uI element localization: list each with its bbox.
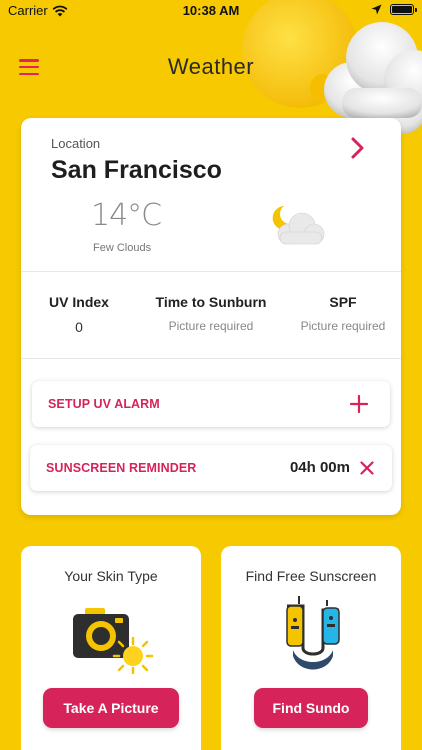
stat-title: SPF xyxy=(329,294,357,310)
location-name: San Francisco xyxy=(51,156,222,184)
sunscreen-dispenser-icon xyxy=(286,596,340,670)
reminder-timer: 04h 00m xyxy=(289,459,350,476)
status-bar: Carrier 10:38 AM xyxy=(0,0,422,22)
stat-value: Picture required xyxy=(168,319,254,333)
uv-index-stat: UV Index 0 xyxy=(35,294,123,335)
uv-alarm-label: SETUP UV ALARM xyxy=(48,397,160,411)
find-sunscreen-card: Find Free Sunscreen Find Sundo xyxy=(221,546,401,750)
find-sunscreen-title: Find Free Sunscreen xyxy=(245,568,377,584)
plus-icon[interactable] xyxy=(350,395,368,413)
stat-value: Picture required xyxy=(300,319,386,333)
chevron-right-icon[interactable] xyxy=(347,136,367,160)
status-time: 10:38 AM xyxy=(182,3,240,18)
time-to-sunburn-stat: Time to Sunburn Picture required xyxy=(145,294,277,333)
weather-condition: Few Clouds xyxy=(93,242,152,254)
stat-title: Time to Sunburn xyxy=(155,294,267,310)
skin-type-title: Your Skin Type xyxy=(64,568,158,584)
spf-stat: SPF Picture required xyxy=(293,294,393,333)
divider xyxy=(21,271,401,272)
location-label: Location xyxy=(51,136,101,151)
header: Weather xyxy=(0,0,422,134)
weather-card: Location San Francisco 14°C Few Clouds U… xyxy=(21,118,401,515)
setup-uv-alarm-button[interactable]: SETUP UV ALARM xyxy=(32,381,390,427)
stat-title: UV Index xyxy=(49,294,109,310)
page-title: Weather xyxy=(167,54,255,79)
find-sundo-button[interactable]: Find Sundo xyxy=(254,688,368,728)
close-icon[interactable] xyxy=(360,461,374,475)
status-indicators xyxy=(371,4,417,15)
sunscreen-reminder-row[interactable]: SUNSCREEN REMINDER 04h 00m xyxy=(30,445,392,491)
battery-icon xyxy=(390,4,417,15)
location-arrow-icon xyxy=(371,4,382,15)
temperature: 14°C xyxy=(91,198,162,233)
skin-type-card: Your Skin Type Take A Picture xyxy=(21,546,201,750)
take-picture-button[interactable]: Take A Picture xyxy=(43,688,179,728)
sunscreen-reminder-label: SUNSCREEN REMINDER xyxy=(46,461,197,475)
stat-value: 0 xyxy=(75,319,83,335)
divider xyxy=(21,358,401,359)
camera-sun-icon xyxy=(73,608,154,674)
moon-cloud-icon xyxy=(272,206,325,245)
